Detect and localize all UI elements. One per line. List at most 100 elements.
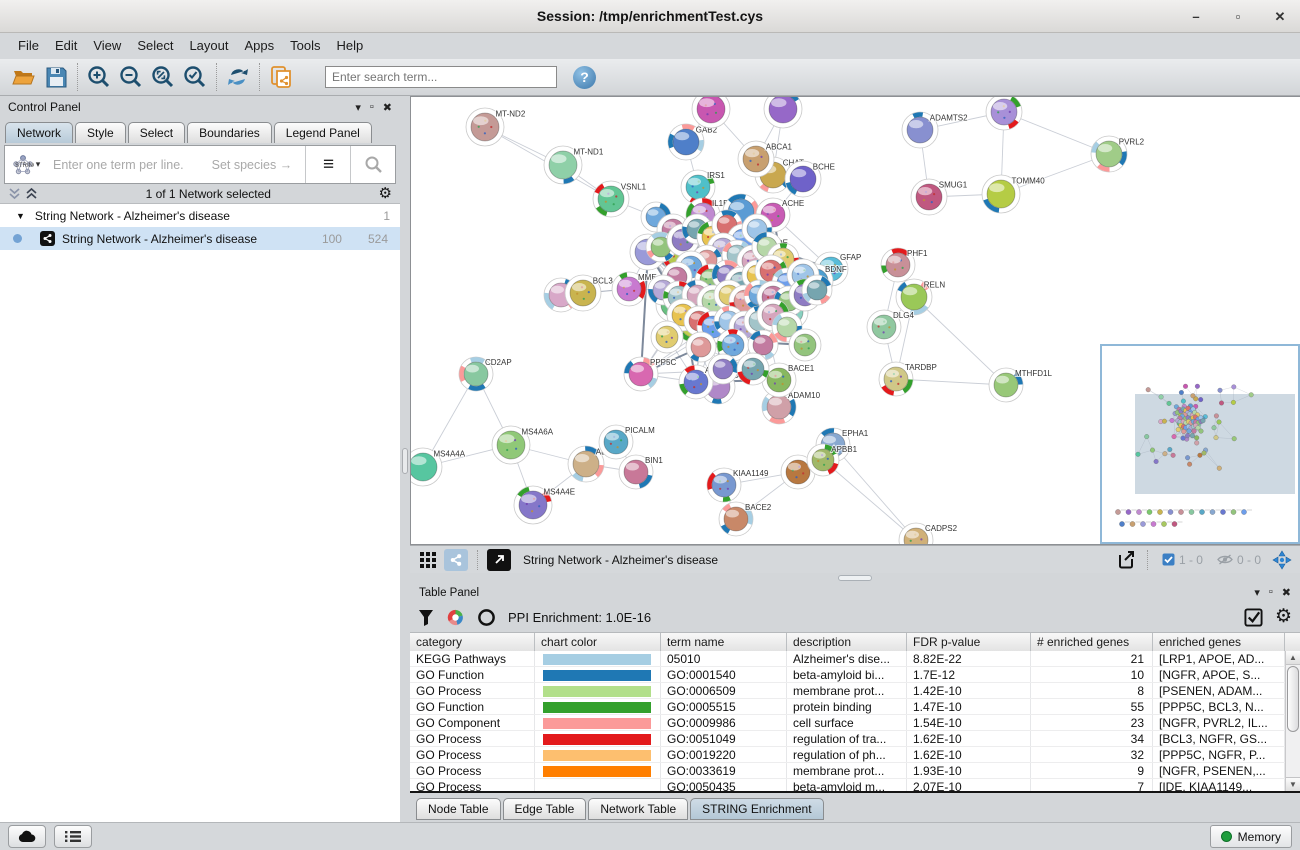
maximize-button[interactable]: ▫ [1230,9,1246,24]
column-header-description[interactable]: description [787,633,907,651]
pan-navigation-button[interactable] [1270,549,1294,571]
hamburger-icon: ≡ [323,154,333,176]
svg-text:BCL3: BCL3 [593,276,614,285]
save-icon [46,67,67,88]
table-row[interactable]: GO ProcessGO:0050435beta-amyloid m...2.0… [410,779,1300,793]
tab-node-table[interactable]: Node Table [416,798,501,820]
table-row[interactable]: GO ProcessGO:0033619membrane prot...1.93… [410,763,1300,779]
select-checkbox-icon[interactable] [1244,608,1263,627]
column-header-term-name[interactable]: term name [661,633,787,651]
cell-enriched-genes: [NGFR, PSENEN,... [1153,763,1285,778]
string-options-button[interactable]: ≡ [305,146,350,183]
cell-fdr-p-value: 1.93E-10 [907,763,1031,778]
help-button[interactable]: ? [573,66,596,89]
save-session-button[interactable] [40,62,72,92]
menu-help[interactable]: Help [329,33,372,59]
expander-icon[interactable]: ▼ [16,211,25,221]
minimize-button[interactable]: – [1188,9,1204,24]
tab-network-table[interactable]: Network Table [588,798,688,820]
enrichment-chart-icon[interactable] [446,608,465,627]
string-search-button[interactable] [350,146,395,183]
menu-view[interactable]: View [85,33,129,59]
string-view-button[interactable] [444,549,468,571]
tab-style[interactable]: Style [75,122,126,143]
filter-icon[interactable] [418,609,434,626]
column-header-category[interactable]: category [410,633,535,651]
zoom-in-button[interactable] [83,62,115,92]
set-species-hint[interactable]: Set species → [212,158,293,172]
control-panel: Control Panel ▾ ▫ ✖ NetworkStyleSelectBo… [0,96,400,822]
network-from-file-button[interactable] [265,62,297,92]
table-row[interactable]: GO ComponentGO:0009986cell surface1.54E-… [410,715,1300,731]
tab-string-enrichment[interactable]: STRING Enrichment [690,798,823,820]
panel-float-icon[interactable]: ▫ [370,101,374,114]
scroll-up-icon[interactable]: ▲ [1286,651,1300,665]
zoom-in-icon [87,65,111,89]
string-query-placeholder[interactable]: Enter one term per line. [53,158,184,172]
svg-text:IRS1: IRS1 [707,171,725,180]
expand-all-icon[interactable] [25,187,38,200]
scroll-down-icon[interactable]: ▼ [1286,777,1300,791]
open-session-button[interactable] [8,62,40,92]
refresh-button[interactable] [222,62,254,92]
tab-select[interactable]: Select [128,122,185,143]
memory-button[interactable]: Memory [1210,825,1292,848]
zoom-out-button[interactable] [115,62,147,92]
table-row[interactable]: GO ProcessGO:0051049regulation of tra...… [410,731,1300,747]
task-history-button[interactable] [8,825,46,848]
task-list-button[interactable] [54,825,92,848]
splitter-grip[interactable] [402,448,408,474]
ring-chart-icon[interactable] [477,608,496,627]
panel-splitter[interactable] [400,96,410,822]
splitter-grip[interactable] [838,575,872,581]
column-header--enriched-genes[interactable]: # enriched genes [1031,633,1153,651]
birdseye-toggle-button[interactable] [487,549,511,571]
chart-color-cell [535,715,661,730]
column-header-enriched-genes[interactable]: enriched genes [1153,633,1285,651]
panel-menu-icon[interactable]: ▾ [1254,586,1260,599]
gear-icon[interactable]: ⚙ [379,186,392,202]
menu-layout[interactable]: Layout [181,33,236,59]
search-input[interactable] [325,66,557,88]
tab-legend-panel[interactable]: Legend Panel [274,122,372,143]
table-scrollbar[interactable]: ▲ ▼ [1285,651,1300,791]
table-row[interactable]: GO FunctionGO:0005515protein binding1.47… [410,699,1300,715]
collapse-all-icon[interactable] [8,187,21,200]
menu-tools[interactable]: Tools [282,33,328,59]
network-canvas[interactable]: MT-ND2MT-ND1VSNL1GAB2IRS1CHATABCA1BCHEIL… [410,96,1300,545]
panel-menu-icon[interactable]: ▾ [355,101,361,114]
zoom-selected-button[interactable] [179,62,211,92]
birdseye-view[interactable] [1100,344,1300,544]
table-row[interactable]: KEGG Pathways05010Alzheimer's dise...8.8… [410,651,1300,667]
panel-close-icon[interactable]: ✖ [383,101,392,114]
svg-text:MS4A4E: MS4A4E [544,488,576,497]
table-row[interactable]: GO ProcessGO:0019220regulation of ph...1… [410,747,1300,763]
string-protein-query-button[interactable]: STRING ▾ [5,146,47,183]
zoom-fit-button[interactable] [147,62,179,92]
grid-view-button[interactable] [416,549,440,571]
tab-boundaries[interactable]: Boundaries [187,122,272,143]
table-row[interactable]: GO FunctionGO:0001540beta-amyloid bi...1… [410,667,1300,683]
scrollbar-thumb[interactable] [1287,666,1299,732]
column-header-fdr-p-value[interactable]: FDR p-value [907,633,1031,651]
column-header-chart-color[interactable]: chart color [535,633,661,651]
tab-edge-table[interactable]: Edge Table [503,798,587,820]
horizontal-splitter[interactable] [410,573,1300,583]
cell-category: GO Process [410,779,535,793]
panel-close-icon[interactable]: ✖ [1282,586,1291,599]
menu-edit[interactable]: Edit [47,33,85,59]
toolbar-separator [259,63,260,91]
table-panel-title: Table Panel [419,587,1254,599]
menu-file[interactable]: File [10,33,47,59]
table-row[interactable]: GO ProcessGO:0006509membrane prot...1.42… [410,683,1300,699]
network-collection-row[interactable]: ▼ String Network - Alzheimer's disease 1 [0,204,400,227]
gear-icon[interactable]: ⚙ [1275,609,1292,625]
menu-apps[interactable]: Apps [237,33,283,59]
checkbox-icon[interactable] [1162,553,1175,566]
close-button[interactable]: ✕ [1272,9,1288,25]
export-network-button[interactable] [1114,549,1138,571]
tab-network[interactable]: Network [5,122,73,143]
network-row[interactable]: String Network - Alzheimer's disease 100… [0,227,400,250]
menu-select[interactable]: Select [129,33,181,59]
panel-float-icon[interactable]: ▫ [1269,586,1273,599]
